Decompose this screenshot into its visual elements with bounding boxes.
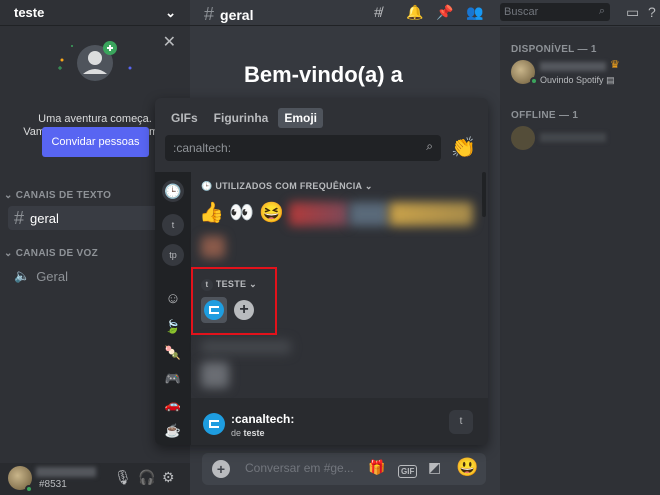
canaltech-logo-icon xyxy=(203,413,225,435)
invite-people-button[interactable]: Convidar pessoas xyxy=(42,127,149,157)
emoji-redacted xyxy=(201,236,225,258)
online-header: DISPONÍVEL — 1 xyxy=(511,44,597,55)
category-label: CANAIS DE VOZ xyxy=(15,248,99,259)
skin-tone-selector-icon[interactable]: 👏 xyxy=(451,135,476,160)
speaker-icon: 🔈 xyxy=(14,268,31,283)
gear-icon[interactable]: ⚙ xyxy=(162,469,175,486)
inbox-icon[interactable]: ▭ xyxy=(626,4,639,21)
channel-header: # geral #̸ 🔔 📌 👥 Buscar ⌕ ▭ ? xyxy=(190,0,660,26)
emoji-scrollbar[interactable] xyxy=(482,172,486,217)
server-name: teste xyxy=(14,5,45,20)
chevron-down-icon: ⌄ xyxy=(165,4,176,20)
emoji-thumbs-up[interactable]: 👍 xyxy=(199,200,224,225)
section-label: UTILIZADOS COM FREQUÊNCIA xyxy=(215,181,362,191)
search-placeholder: Buscar xyxy=(504,6,539,18)
chevron-down-icon: ⌄ xyxy=(4,190,16,201)
voice-channels-category[interactable]: ⌄ CANAIS DE VOZ xyxy=(4,248,98,259)
activity-label: Ouvindo Spotify xyxy=(540,75,604,85)
pin-icon[interactable]: 📌 xyxy=(436,4,453,21)
welcome-title: Bem-vindo(a) a xyxy=(244,62,403,87)
bell-icon[interactable]: 🔔 xyxy=(406,4,423,21)
message-input-placeholder: Conversar em #ge... xyxy=(245,461,354,475)
rich-presence-icon: ▤ xyxy=(606,75,615,85)
highlight-box xyxy=(191,267,277,335)
mug-icon[interactable]: ☕ xyxy=(162,420,184,442)
source-prefix: de xyxy=(231,428,242,438)
hash-icon: # xyxy=(204,4,215,24)
username-redacted xyxy=(540,62,606,71)
preview-emoji-source: de teste xyxy=(231,428,265,438)
channel-label: geral xyxy=(30,210,59,226)
search-icon: ⌕ xyxy=(426,139,433,153)
offline-header: OFFLINE — 1 xyxy=(511,110,579,121)
headphones-icon[interactable]: 🎧 xyxy=(138,469,155,486)
emoji-redacted xyxy=(201,362,229,388)
online-status-indicator xyxy=(25,485,33,493)
emoji-laughing[interactable]: 😆 xyxy=(259,200,284,225)
channel-title-label: geral xyxy=(220,7,254,23)
emoji-picker-icon[interactable]: 😃 xyxy=(456,457,478,478)
text-channels-category[interactable]: ⌄ CANAIS DE TEXTO xyxy=(4,190,111,201)
channel-title: # geral xyxy=(204,4,253,25)
emoji-preview-footer: :canaltech: de teste t xyxy=(191,398,488,445)
tab-gifs[interactable]: GIFs xyxy=(165,108,204,128)
members-icon[interactable]: 👥 xyxy=(466,4,483,21)
online-status-indicator xyxy=(530,77,538,85)
help-icon[interactable]: ? xyxy=(648,4,656,20)
sticker-icon[interactable]: ◩ xyxy=(428,459,441,476)
leaf-icon[interactable]: 🍃 xyxy=(162,316,184,338)
upload-plus-icon[interactable]: + xyxy=(212,460,230,478)
add-friend-illustration-icon xyxy=(58,41,132,81)
category-label: CANAIS DE TEXTO xyxy=(15,190,112,201)
search-input[interactable]: Buscar ⌕ xyxy=(500,3,610,21)
chevron-down-icon: ⌄ xyxy=(364,181,373,191)
microphone-icon[interactable]: 🎙 xyxy=(114,469,132,486)
server-header[interactable]: teste ⌄ xyxy=(0,0,190,26)
picker-tabs: GIFs Figurinha Emoji xyxy=(165,108,324,128)
emoji-search-value: :canaltech: xyxy=(173,141,232,155)
emoji-eyes[interactable]: 👀 xyxy=(229,200,254,225)
username-redacted xyxy=(540,133,606,142)
preview-emoji-name: :canaltech: xyxy=(231,412,295,426)
search-icon: ⌕ xyxy=(598,5,605,17)
threads-icon[interactable]: #̸ xyxy=(374,4,382,20)
section-header-redacted xyxy=(201,340,291,354)
emoji-redacted xyxy=(349,202,389,226)
emoji-redacted xyxy=(289,202,349,226)
frequent-section-header[interactable]: 🕒 UTILIZADOS COM FREQUÊNCIA ⌄ xyxy=(201,181,373,192)
user-panel: #8531 🎙 🎧 ⚙ xyxy=(0,463,190,495)
emoji-category-sidebar: 🕒 t tp ☺ 🍃 🍡 🎮 🚗 ☕ xyxy=(155,172,191,445)
server-icon-tp[interactable]: tp xyxy=(162,244,184,266)
vehicle-icon[interactable]: 🚗 xyxy=(162,394,184,416)
chevron-down-icon: ⌄ xyxy=(4,248,16,259)
popsicle-icon[interactable]: 🍡 xyxy=(162,342,184,364)
source-server: teste xyxy=(243,428,265,438)
smiley-icon[interactable]: ☺ xyxy=(162,288,184,310)
gamepad-icon[interactable]: 🎮 xyxy=(162,368,184,390)
channel-label: Geral xyxy=(36,268,68,284)
crown-icon: ♛ xyxy=(610,59,620,71)
gift-icon[interactable]: 🎁 xyxy=(368,459,385,476)
emoji-redacted xyxy=(389,202,473,226)
message-composer[interactable]: + Conversar em #ge... 🎁 GIF ◩ 😃 xyxy=(202,453,486,485)
clock-icon: 🕒 xyxy=(201,181,213,191)
server-badge-icon: t xyxy=(449,410,473,434)
member-activity: Ouvindo Spotify ▤ xyxy=(540,75,615,86)
user-tag: #8531 xyxy=(39,479,67,490)
emoji-search-input[interactable]: :canaltech: ⌕ xyxy=(165,135,441,161)
username-redacted xyxy=(36,467,96,477)
clock-icon[interactable]: 🕒 xyxy=(162,180,184,202)
hash-icon: # xyxy=(14,207,25,228)
tab-stickers[interactable]: Figurinha xyxy=(208,108,275,128)
member-list: DISPONÍVEL — 1 ♛ Ouvindo Spotify ▤ OFFLI… xyxy=(500,27,660,495)
close-icon[interactable]: ✕ xyxy=(163,32,176,52)
avatar[interactable] xyxy=(511,126,535,150)
server-icon-t[interactable]: t xyxy=(162,214,184,236)
gif-icon[interactable]: GIF xyxy=(398,461,418,478)
tab-emoji[interactable]: Emoji xyxy=(278,108,324,128)
